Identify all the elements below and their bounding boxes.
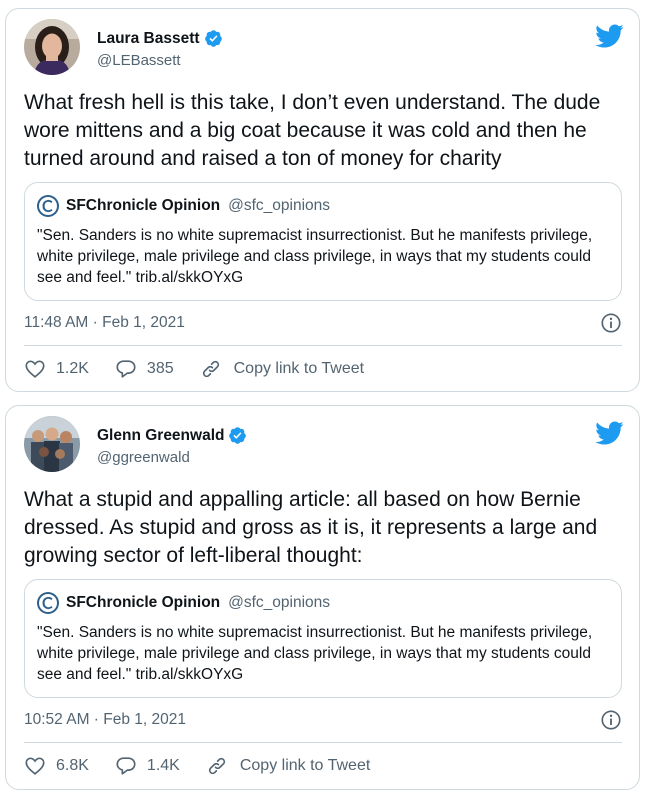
- tweet-meta: 11:48 AM · Feb 1, 2021: [24, 310, 622, 336]
- tweet-actions: 6.8K 1.4K Copy link to Tweet: [24, 754, 624, 778]
- tweet-meta: 10:52 AM · Feb 1, 2021: [24, 707, 622, 733]
- tweet-card[interactable]: Glenn Greenwald @ggreenwald What a stupi…: [5, 405, 640, 790]
- heart-icon: [25, 360, 45, 378]
- copy-link-label: Copy link to Tweet: [233, 360, 365, 377]
- copy-link-button[interactable]: Copy link to Tweet: [206, 755, 370, 777]
- quoted-author-handle[interactable]: @sfc_opinions: [228, 594, 330, 612]
- heart-icon: [25, 757, 45, 775]
- twitter-bird-icon[interactable]: [594, 21, 624, 51]
- info-icon[interactable]: [600, 709, 622, 731]
- quoted-author-handle[interactable]: @sfc_opinions: [228, 197, 330, 215]
- copy-link-button[interactable]: Copy link to Tweet: [200, 358, 364, 380]
- like-button[interactable]: 1.2K: [24, 358, 89, 380]
- quoted-tweet[interactable]: SFChronicle Opinion @sfc_opinions "Sen. …: [24, 182, 622, 301]
- tweet-header: Laura Bassett @LEBassett: [24, 19, 624, 79]
- reply-button[interactable]: 385: [115, 358, 174, 380]
- quoted-author-name[interactable]: SFChronicle Opinion: [66, 594, 220, 612]
- quoted-tweet-text: "Sen. Sanders is no white supremacist in…: [37, 624, 593, 683]
- avatar[interactable]: [24, 19, 80, 75]
- reply-button[interactable]: 1.4K: [115, 755, 180, 777]
- link-icon: [208, 757, 225, 775]
- tweet-text: What fresh hell is this take, I don’t ev…: [24, 91, 601, 170]
- link-icon: [202, 360, 219, 378]
- author-name[interactable]: Laura Bassett: [97, 30, 200, 48]
- verified-badge-icon: [229, 427, 247, 444]
- reply-icon: [116, 757, 136, 775]
- divider: [24, 742, 622, 743]
- copy-link-label: Copy link to Tweet: [239, 757, 371, 774]
- twitter-bird-icon[interactable]: [594, 418, 624, 448]
- reply-count: 1.4K: [146, 757, 180, 774]
- sfchronicle-logo-icon: [37, 195, 59, 217]
- author-name[interactable]: Glenn Greenwald: [97, 427, 224, 445]
- like-button[interactable]: 6.8K: [24, 755, 89, 777]
- author-handle[interactable]: @LEBassett: [97, 52, 181, 69]
- quoted-author-name[interactable]: SFChronicle Opinion: [66, 197, 220, 215]
- like-count: 6.8K: [56, 757, 89, 774]
- info-icon[interactable]: [600, 312, 622, 334]
- tweet-card[interactable]: Laura Bassett @LEBassett What fresh hell…: [5, 8, 640, 392]
- avatar[interactable]: [24, 416, 80, 472]
- like-count: 1.2K: [56, 360, 89, 377]
- reply-count: 385: [146, 360, 174, 377]
- timestamp[interactable]: 11:48 AM · Feb 1, 2021: [24, 314, 185, 332]
- reply-icon: [116, 360, 136, 378]
- sfchronicle-logo-icon: [37, 592, 59, 614]
- verified-badge-icon: [204, 30, 222, 47]
- timestamp[interactable]: 10:52 AM · Feb 1, 2021: [24, 711, 186, 729]
- tweet-text: What a stupid and appalling article: all…: [24, 488, 598, 567]
- author-handle[interactable]: @ggreenwald: [97, 449, 190, 466]
- divider: [24, 345, 622, 346]
- quoted-tweet-text: "Sen. Sanders is no white supremacist in…: [37, 227, 593, 286]
- tweet-header: Glenn Greenwald @ggreenwald: [24, 416, 624, 476]
- tweet-actions: 1.2K 385 Copy link to Tweet: [24, 357, 624, 381]
- quoted-tweet[interactable]: SFChronicle Opinion @sfc_opinions "Sen. …: [24, 579, 622, 698]
